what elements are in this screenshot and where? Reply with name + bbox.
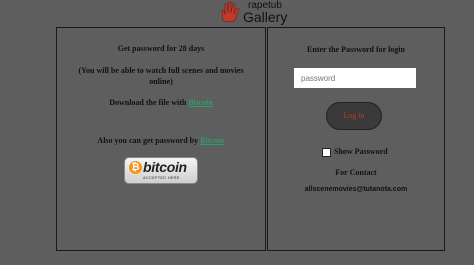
- download-row: Download the file with Bitcoin: [57, 98, 265, 107]
- site-header: rapetub Gallery: [0, 0, 474, 25]
- purchase-description-line1: (You will be able to watch full scenes a…: [78, 66, 244, 75]
- bitcoin-icon: ₿: [129, 161, 142, 174]
- alternative-payment-row: Also you can get password by Bitcoin: [57, 136, 265, 145]
- contact-title: For Contact: [335, 168, 377, 177]
- purchase-description-line2: online): [149, 77, 173, 86]
- purchase-info-panel: Get password for 28 days (You will be ab…: [56, 27, 266, 251]
- bitcoin-accepted-badge[interactable]: ₿ bitcoin ACCEPTED HERE: [124, 157, 198, 184]
- download-text: Download the file with: [109, 98, 187, 107]
- login-panel: Enter the Password for login Log in Show…: [267, 27, 445, 251]
- login-title: Enter the Password for login: [307, 45, 405, 54]
- red-hand-logo-icon: [221, 1, 240, 23]
- purchase-title: Get password for 28 days: [117, 44, 205, 53]
- bitcoin-badge-word: bitcoin: [143, 159, 187, 175]
- show-password-label: Show Password: [334, 147, 388, 156]
- alternative-payment-text: Also you can get password by: [97, 136, 199, 145]
- login-button[interactable]: Log in: [326, 102, 382, 130]
- password-input[interactable]: [294, 68, 416, 88]
- show-password-checkbox[interactable]: [322, 148, 331, 157]
- contact-email: allscenemovies@tutanota.com: [304, 186, 408, 193]
- bitcoin-payment-link[interactable]: Bitcoin: [200, 136, 224, 145]
- logo-bottom-text: Gallery: [243, 9, 288, 25]
- download-bitcoin-link[interactable]: Bitcoin: [188, 98, 212, 107]
- bitcoin-badge-subtitle: ACCEPTED HERE: [143, 175, 180, 180]
